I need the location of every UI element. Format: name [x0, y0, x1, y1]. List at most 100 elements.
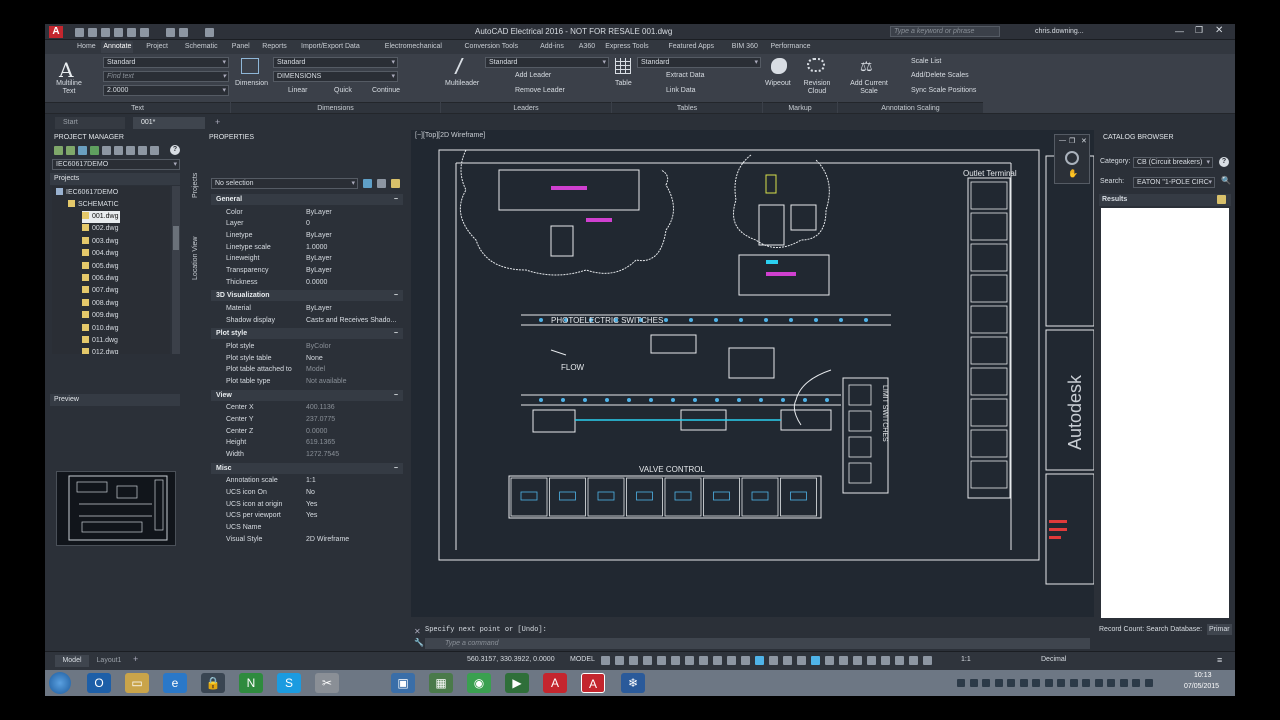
tray-icon[interactable]: [957, 679, 965, 687]
refresh-icon[interactable]: [90, 146, 99, 155]
property-row[interactable]: Linetype ByLayer: [211, 230, 403, 241]
ribbon-tab-home[interactable]: Home: [75, 41, 98, 53]
status-tool-icon[interactable]: [601, 656, 610, 665]
drawing-file-item[interactable]: 004.dwg: [82, 248, 118, 260]
table-icon[interactable]: [615, 58, 631, 74]
new-project-icon[interactable]: [66, 146, 75, 155]
units-dropdown[interactable]: Decimal: [1041, 656, 1066, 663]
tray-icon[interactable]: [1057, 679, 1065, 687]
ribbon-tab-performance[interactable]: Performance: [769, 41, 813, 53]
ribbon-tab-express-tools[interactable]: Express Tools: [603, 41, 650, 53]
drawing-file-item[interactable]: 008.dwg: [82, 298, 118, 310]
pan-icon[interactable]: ✋: [1068, 169, 1078, 178]
text-style-dropdown[interactable]: Standard: [103, 57, 229, 68]
revision-cloud-icon[interactable]: [807, 58, 825, 72]
property-row[interactable]: Shadow display Casts and Receives Shado..…: [211, 315, 403, 326]
tray-icon[interactable]: [994, 679, 1003, 687]
settings-icon[interactable]: [150, 146, 159, 155]
close-button[interactable]: ✕: [1215, 25, 1223, 36]
app-n-icon[interactable]: N: [239, 673, 263, 693]
status-tool-icon[interactable]: [685, 656, 694, 665]
skype-icon[interactable]: S: [277, 673, 301, 693]
drawing-file-item[interactable]: 001.dwg: [82, 211, 121, 223]
text-height-dropdown[interactable]: 2.0000: [103, 85, 229, 96]
tab-start[interactable]: Start: [55, 117, 125, 129]
start-button[interactable]: [49, 672, 71, 694]
property-row[interactable]: Width 1272.7545: [211, 449, 403, 460]
open-icon[interactable]: [88, 28, 97, 37]
lock-app-icon[interactable]: 🔒: [201, 673, 225, 693]
catalog-help-icon[interactable]: ?: [1219, 157, 1229, 167]
ie-icon[interactable]: e: [163, 673, 187, 693]
drawing-file-item[interactable]: 005.dwg: [82, 261, 118, 273]
find-text-input[interactable]: Find text: [103, 71, 229, 82]
model-tab[interactable]: Model: [55, 655, 89, 667]
status-tool-icon[interactable]: [825, 656, 834, 665]
property-row[interactable]: UCS icon On No: [211, 487, 403, 498]
properties-icon[interactable]: [102, 146, 111, 155]
status-tool-icon[interactable]: [741, 656, 750, 665]
surfer-icon[interactable]: [126, 146, 135, 155]
ribbon-tab-project[interactable]: Project: [144, 41, 170, 53]
status-tool-icon[interactable]: [769, 656, 778, 665]
status-tool-icon[interactable]: [867, 656, 876, 665]
ribbon-tab-featured-apps[interactable]: Featured Apps: [667, 41, 717, 53]
table-style-dropdown[interactable]: Standard: [637, 57, 761, 68]
status-tool-icon[interactable]: [811, 656, 820, 665]
save-icon[interactable]: [101, 28, 110, 37]
quick-select-icon[interactable]: [391, 179, 400, 188]
side-tab-projects[interactable]: Projects: [192, 173, 199, 198]
command-input[interactable]: Type a command: [425, 638, 1090, 649]
results-list[interactable]: [1101, 208, 1229, 618]
property-row[interactable]: Center X 400.1136: [211, 402, 403, 413]
wipeout-icon[interactable]: [771, 58, 787, 74]
drawing-file-item[interactable]: 007.dwg: [82, 285, 118, 297]
property-row[interactable]: Center Y 237.0775: [211, 414, 403, 425]
ribbon-tab-conversion-tools[interactable]: Conversion Tools: [463, 41, 521, 53]
catalog-search-icon[interactable]: 🔍: [1221, 176, 1231, 185]
tray-icon[interactable]: [982, 679, 990, 687]
help-icon[interactable]: ?: [170, 145, 180, 155]
status-tool-icon[interactable]: [783, 656, 792, 665]
tray-icon[interactable]: [969, 679, 978, 687]
toggle-pickadd-icon[interactable]: [363, 179, 372, 188]
continue-button[interactable]: Continue: [372, 87, 400, 94]
status-tool-icon[interactable]: [671, 656, 680, 665]
autocad-logo-icon[interactable]: A: [49, 26, 63, 38]
drawing-file-item[interactable]: 003.dwg: [82, 236, 118, 248]
section-viz3d[interactable]: 3D Visualization: [211, 290, 403, 302]
drawing-file-item[interactable]: 002.dwg: [82, 223, 118, 235]
drawing-file-item[interactable]: 012.dwg: [82, 347, 118, 354]
outlook-icon[interactable]: O: [87, 673, 111, 693]
search-input[interactable]: Type a keyword or phrase: [890, 26, 1000, 37]
property-row[interactable]: UCS Name: [211, 522, 403, 533]
new-icon[interactable]: [75, 28, 84, 37]
section-general[interactable]: General: [211, 194, 403, 205]
property-row[interactable]: UCS per viewport Yes: [211, 510, 403, 521]
leader-style-dropdown[interactable]: Standard: [485, 57, 609, 68]
status-tool-icon[interactable]: [895, 656, 904, 665]
status-tool-icon[interactable]: [755, 656, 764, 665]
quick-button[interactable]: Quick: [334, 87, 352, 94]
revision-cloud-button[interactable]: Revision Cloud: [802, 80, 832, 96]
dim-layer-dropdown[interactable]: DIMENSIONS: [273, 71, 398, 82]
tray-icon[interactable]: [1132, 679, 1140, 687]
property-row[interactable]: Transparency ByLayer: [211, 265, 403, 276]
coordinates[interactable]: 560.3157, 330.3922, 0.0000: [467, 656, 555, 663]
layout1-tab[interactable]: Layout1: [91, 655, 127, 667]
ribbon-tab-schematic[interactable]: Schematic: [183, 41, 220, 53]
plot-icon[interactable]: [140, 28, 149, 37]
multiline-text-button[interactable]: Multiline Text: [52, 80, 86, 96]
restore-viewport-icon[interactable]: ❐: [1069, 137, 1075, 145]
add-delete-scales-button[interactable]: Add/Delete Scales: [911, 72, 969, 79]
add-scale-icon[interactable]: ⚖: [860, 58, 873, 75]
tray-icon[interactable]: [1019, 679, 1028, 687]
property-row[interactable]: Plot style ByColor: [211, 341, 403, 352]
autocad-taskbar-icon-1[interactable]: A: [543, 673, 567, 693]
text-panel-title[interactable]: Text: [45, 102, 230, 113]
status-tool-icon[interactable]: [699, 656, 708, 665]
property-row[interactable]: Plot style table None: [211, 353, 403, 364]
ribbon-tab-panel[interactable]: Panel: [230, 41, 252, 53]
status-tool-icon[interactable]: [657, 656, 666, 665]
close-viewport-icon[interactable]: ✕: [1081, 137, 1087, 145]
